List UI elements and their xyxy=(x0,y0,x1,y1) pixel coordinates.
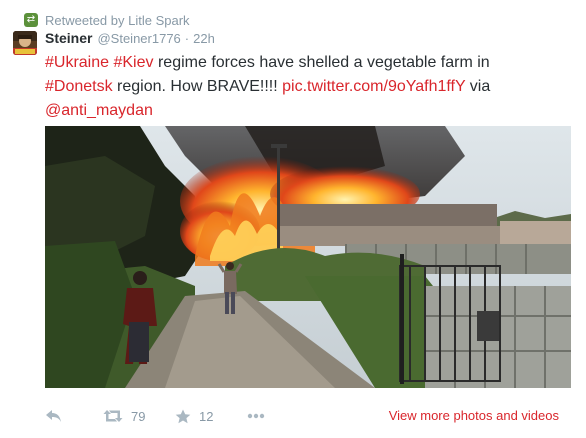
hashtag-kiev[interactable]: #Kiev xyxy=(113,54,153,71)
tweet-text-segment-2: region. How BRAVE!!!! xyxy=(112,78,283,95)
favorite-count: 12 xyxy=(199,408,214,424)
tweet-photo[interactable] xyxy=(45,126,571,388)
retweet-button[interactable]: 79 xyxy=(103,409,175,424)
tweet-text-line-3: @anti_maydan xyxy=(45,99,575,123)
header-separator: · xyxy=(184,31,190,46)
hashtag-donetsk[interactable]: #Donetsk xyxy=(45,78,113,95)
tweet-text-via: via xyxy=(465,78,491,95)
author-fullname[interactable]: Steiner xyxy=(45,30,92,46)
retweet-context-text: Retweeted by Litle Spark xyxy=(45,12,190,28)
reply-button[interactable] xyxy=(45,409,103,423)
tweet-text-segment-1: regime forces have shelled a vegetable f… xyxy=(153,54,490,71)
reply-icon xyxy=(46,410,61,422)
retweet-context: ⇄ Retweeted by Litle Spark xyxy=(24,12,190,28)
retweet-icon xyxy=(103,410,123,422)
more-button[interactable] xyxy=(247,413,287,419)
mention-anti-maydan[interactable]: @anti_maydan xyxy=(45,102,153,119)
author-username[interactable]: @Steiner1776 xyxy=(97,31,180,46)
tweet-text-line-2: #Donetsk region. How BRAVE!!!! pic.twitt… xyxy=(45,75,575,99)
favorite-button[interactable]: 12 xyxy=(175,409,247,424)
tweet-text: #Ukraine #Kiev regime forces have shelle… xyxy=(45,51,575,123)
burning-farm-photo xyxy=(45,126,571,388)
pic-link[interactable]: pic.twitter.com/9oYafh1ffY xyxy=(282,78,465,95)
tweet-header: Steiner @Steiner1776 · 22h xyxy=(45,30,215,48)
retweet-count: 79 xyxy=(131,408,146,424)
tweet: ⇄ Retweeted by Litle Spark Steiner @Stei… xyxy=(0,0,586,438)
retweet-badge-icon: ⇄ xyxy=(24,13,38,27)
view-more-media-link[interactable]: View more photos and videos xyxy=(389,404,559,428)
tweet-text-line-1: #Ukraine #Kiev regime forces have shelle… xyxy=(45,51,575,75)
more-dots-icon xyxy=(247,413,265,419)
tweet-actions: 79 12 View more photos and videos xyxy=(45,404,575,428)
hashtag-ukraine[interactable]: #Ukraine xyxy=(45,54,109,71)
tweet-timestamp[interactable]: 22h xyxy=(193,31,215,46)
star-icon xyxy=(175,409,191,423)
avatar[interactable] xyxy=(13,31,37,55)
